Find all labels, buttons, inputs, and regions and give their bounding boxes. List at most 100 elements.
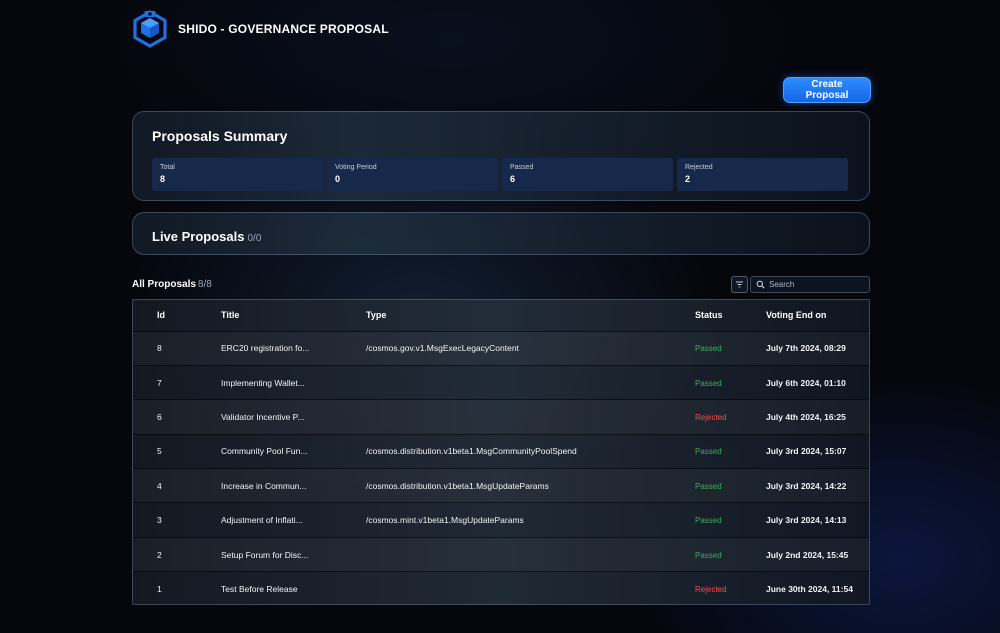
stat-label: Rejected [685, 164, 713, 171]
all-title-text: All Proposals [132, 279, 196, 290]
table-row[interactable]: 7 Implementing Wallet... Passed July 6th… [133, 365, 869, 399]
shido-logo-icon [133, 10, 167, 48]
stat-label: Passed [510, 164, 534, 171]
live-title-text: Live Proposals [152, 229, 245, 244]
cell-type [366, 537, 695, 571]
cell-id: 7 [157, 377, 162, 388]
app-title: SHIDO - GOVERNANCE PROPOSAL [178, 22, 389, 36]
title-text: ERC20 registration fo... [221, 343, 310, 354]
cell-title: Implementing Wallet... [221, 365, 366, 399]
cell-type: /cosmos.distribution.v1beta1.MsgUpdatePa… [366, 480, 549, 491]
cell-title: ERC20 registration fo... [221, 331, 366, 365]
cell-status: Rejected [695, 572, 766, 604]
cell-voting-end: July 3rd 2024, 15:07 [766, 446, 847, 457]
search-icon [756, 280, 765, 289]
stat-value: 0 [335, 174, 341, 184]
table-row[interactable]: 1 Test Before Release Rejected June 30th… [133, 571, 869, 604]
cell-id: 2 [157, 549, 162, 560]
status-badge: Passed [695, 516, 722, 526]
governance-page: SHIDO - GOVERNANCE PROPOSAL Create Propo… [0, 0, 1000, 633]
cell-id: 1 [157, 584, 162, 595]
stat-value: 8 [160, 174, 166, 184]
cell-type [366, 365, 695, 399]
stat-rejected: Rejected 2 [677, 158, 848, 191]
title-text: Setup Forum for Disc... [221, 549, 309, 560]
status-badge: Passed [695, 447, 722, 457]
cell-status: Passed [695, 503, 766, 537]
table-row[interactable]: 3 Adjustment of Inflati... /cosmos.mint.… [133, 502, 869, 537]
title-text: Test Before Release [221, 584, 298, 595]
create-proposal-button[interactable]: Create Proposal [783, 77, 871, 103]
cell-title: Test Before Release [221, 572, 366, 604]
app-header: SHIDO - GOVERNANCE PROPOSAL [132, 10, 389, 48]
title-text: Community Pool Fun... [221, 446, 308, 457]
cell-title: Validator Incentive P... [221, 400, 366, 434]
table-header-row: Id Title Type Status Voting End on [133, 300, 869, 331]
column-header-voting-end[interactable]: Voting End on [766, 300, 869, 331]
cell-title: Setup Forum for Disc... [221, 537, 366, 571]
proposals-table: Id Title Type Status Voting End on 8 ERC… [132, 299, 870, 605]
table-row[interactable]: 4 Increase in Commun... /cosmos.distribu… [133, 468, 869, 503]
stat-passed: Passed 6 [502, 158, 673, 191]
cell-voting-end: July 2nd 2024, 15:45 [766, 549, 849, 560]
cell-type: /cosmos.distribution.v1beta1.MsgCommunit… [366, 446, 577, 457]
title-text: Implementing Wallet... [221, 377, 305, 388]
cell-title: Increase in Commun... [221, 469, 366, 503]
cell-status: Rejected [695, 400, 766, 434]
cell-id: 6 [157, 411, 162, 422]
cell-voting-end: July 3rd 2024, 14:22 [766, 480, 847, 491]
column-header-id[interactable]: Id [133, 300, 221, 331]
cell-type [366, 400, 695, 434]
cell-voting-end: July 6th 2024, 01:10 [766, 377, 846, 388]
status-badge: Rejected [695, 585, 727, 595]
summary-stats: Total 8 Voting Period 0 Passed 6 Rejecte… [152, 158, 848, 191]
stat-value: 2 [685, 174, 691, 184]
cell-status: Passed [695, 469, 766, 503]
cell-status: Passed [695, 537, 766, 571]
cell-id: 8 [157, 343, 162, 354]
table-row[interactable]: 8 ERC20 registration fo... /cosmos.gov.v… [133, 331, 869, 365]
table-row[interactable]: 2 Setup Forum for Disc... Passed July 2n… [133, 537, 869, 571]
cell-type [366, 572, 695, 604]
status-badge: Passed [695, 481, 722, 491]
title-text: Validator Incentive P... [221, 411, 305, 422]
cell-voting-end: July 7th 2024, 08:29 [766, 343, 846, 354]
cell-voting-end: July 3rd 2024, 14:13 [766, 515, 847, 526]
stat-value: 6 [510, 174, 516, 184]
stat-label: Voting Period [335, 164, 377, 171]
cell-title: Adjustment of Inflati... [221, 503, 366, 537]
table-row[interactable]: 5 Community Pool Fun... /cosmos.distribu… [133, 434, 869, 468]
stat-total: Total 8 [152, 158, 323, 191]
column-header-title[interactable]: Title [221, 300, 366, 331]
cell-id: 4 [157, 480, 162, 491]
live-count: 0/0 [247, 233, 262, 244]
status-badge: Passed [695, 550, 722, 560]
column-header-type[interactable]: Type [366, 300, 695, 331]
status-badge: Passed [695, 344, 722, 354]
cell-id: 5 [157, 446, 162, 457]
cell-voting-end: June 30th 2024, 11:54 [766, 584, 853, 595]
status-badge: Rejected [695, 412, 727, 422]
cell-status: Passed [695, 434, 766, 468]
summary-title: Proposals Summary [152, 128, 288, 144]
cell-title: Community Pool Fun... [221, 434, 366, 468]
stat-label: Total [160, 164, 175, 171]
filter-icon [736, 281, 743, 288]
live-proposals-card[interactable]: Live Proposals 0/0 [132, 212, 870, 255]
table-row[interactable]: 6 Validator Incentive P... Rejected July… [133, 399, 869, 434]
live-proposals-title: Live Proposals 0/0 [152, 229, 261, 244]
proposals-summary-card: Proposals Summary Total 8 Voting Period … [132, 111, 870, 201]
all-count: 8/8 [197, 279, 212, 290]
status-badge: Passed [695, 378, 722, 388]
search-box[interactable] [750, 276, 870, 293]
cell-status: Passed [695, 331, 766, 365]
title-text: Increase in Commun... [221, 480, 307, 491]
cell-type: /cosmos.mint.v1beta1.MsgUpdateParams [366, 515, 524, 526]
all-proposals-title: All Proposals 8/8 [132, 279, 212, 290]
cell-voting-end: July 4th 2024, 16:25 [766, 411, 846, 422]
search-input[interactable] [769, 280, 864, 289]
filter-button[interactable] [731, 276, 748, 293]
column-header-status[interactable]: Status [695, 300, 766, 331]
title-text: Adjustment of Inflati... [221, 515, 303, 526]
stat-voting-period: Voting Period 0 [327, 158, 498, 191]
